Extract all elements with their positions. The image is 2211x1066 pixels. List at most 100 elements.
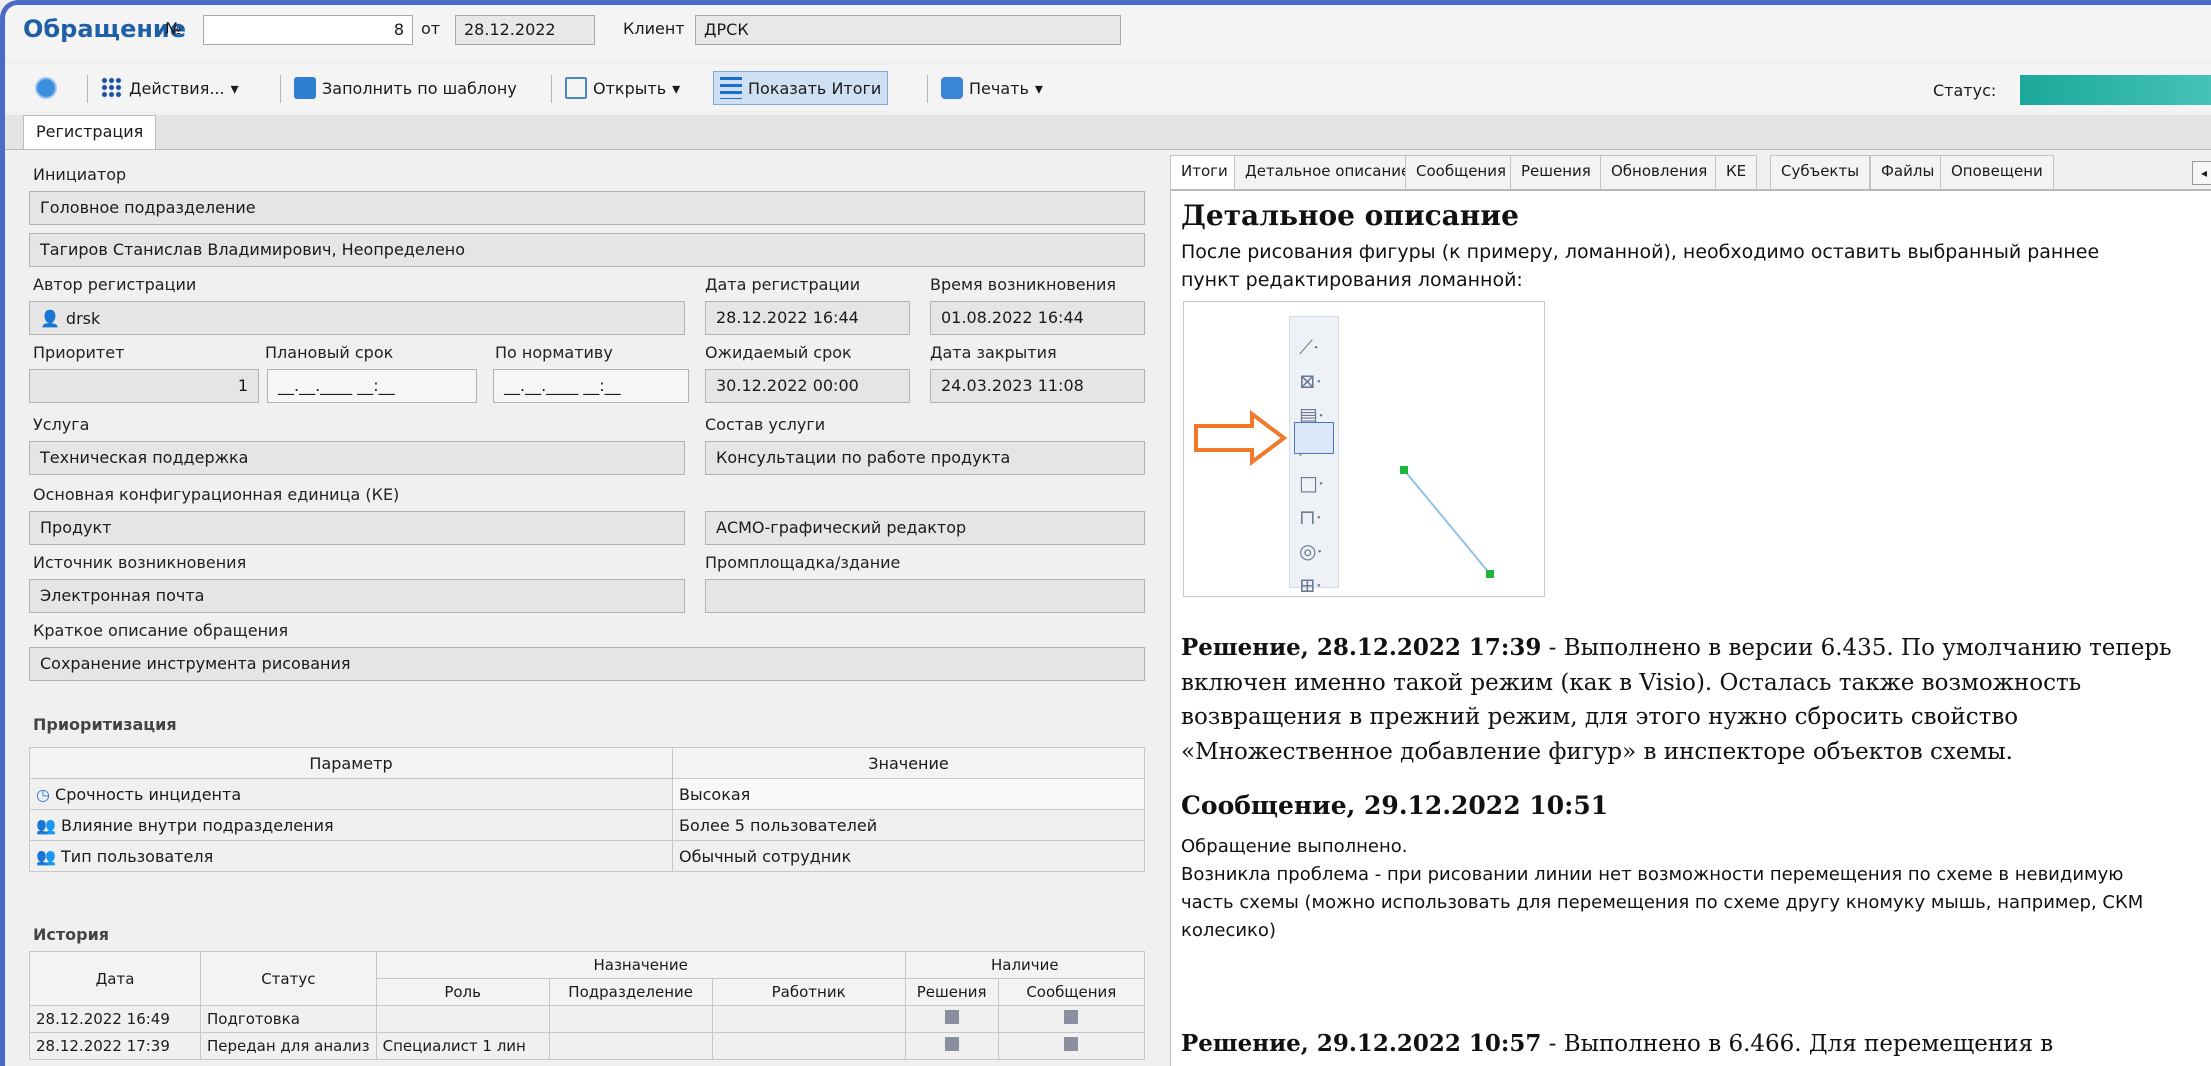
open-label: Открыть	[593, 78, 667, 98]
checkbox[interactable]	[944, 1010, 959, 1024]
checkbox[interactable]	[1064, 1037, 1079, 1051]
number-field[interactable]: 8	[203, 15, 413, 45]
print-label: Печать	[969, 78, 1029, 98]
ke-field-2[interactable]: АСМО-графический редактор	[705, 511, 1145, 545]
fill-template-button[interactable]: Заполнить по шаблону	[288, 71, 523, 105]
message-line-1: Обращение выполнено.	[1181, 836, 1408, 857]
solution-2-text: - Выполнено в 6.466. Для перемещения в	[1541, 1031, 2054, 1057]
toolbar: Действия... ▾ Заполнить по шаблону Открыт…	[5, 65, 2211, 111]
prioritization-title: Приоритизация	[33, 715, 177, 734]
reg-date-field[interactable]: 28.12.2022 16:44	[705, 301, 910, 335]
tab-files[interactable]: Файлы	[1870, 155, 1946, 189]
priority-label: Приоритет	[33, 343, 125, 362]
col-status[interactable]: Статус	[200, 951, 377, 1006]
solution-2-head: Решение, 29.12.2022 10:57	[1181, 1030, 1542, 1057]
chevron-down-icon: ▾	[672, 78, 681, 98]
client-field[interactable]: ДРСК	[695, 15, 1121, 45]
tab-ke[interactable]: КЕ	[1715, 155, 1758, 189]
col-dept[interactable]: Подразделение	[548, 978, 713, 1006]
initiator-label: Инициатор	[33, 165, 127, 184]
date-label: от	[421, 19, 441, 38]
line-node	[1400, 466, 1408, 474]
cell-role: Специалист 1 лин	[375, 1032, 550, 1060]
param-value[interactable]: Высокая	[672, 778, 1145, 810]
service-comp-label: Состав услуги	[705, 415, 826, 434]
table-row[interactable]: 👥 Тип пользователя Обычный сотрудник	[29, 840, 1145, 872]
printer-icon	[941, 77, 963, 99]
occur-time-label: Время возникновения	[930, 275, 1117, 294]
col-messages[interactable]: Сообщения	[997, 978, 1146, 1006]
message-head: Сообщение, 29.12.2022 10:51	[1181, 791, 1609, 820]
tab-updates[interactable]: Обновления	[1600, 155, 1719, 189]
planned-field[interactable]: __.__.____ __:__	[267, 369, 477, 403]
col-worker[interactable]: Работник	[711, 978, 906, 1006]
author-field[interactable]: 👤 drsk	[29, 301, 685, 335]
reg-date-label: Дата регистрации	[705, 275, 861, 294]
tab-registration[interactable]: Регистрация	[23, 115, 157, 149]
tab-totals[interactable]: Итоги	[1170, 155, 1239, 189]
short-desc-field[interactable]: Сохранение инструмента рисования	[29, 647, 1145, 681]
short-desc-label: Краткое описание обращения	[33, 621, 289, 640]
show-totals-button[interactable]: Показать Итоги	[713, 71, 889, 105]
date-field[interactable]: 28.12.2022	[455, 15, 595, 45]
solution-2: Решение, 29.12.2022 10:57 - Выполнено в …	[1181, 1027, 2191, 1062]
details-pane: Детальное описание После рисования фигур…	[1170, 190, 2211, 1066]
priority-field[interactable]: 1	[29, 369, 259, 403]
open-button[interactable]: Открыть ▾	[559, 71, 686, 105]
tab-scroll-left-button[interactable]: ◂	[2192, 161, 2211, 185]
table-row[interactable]: ◷ Срочность инцидента Высокая	[29, 778, 1145, 810]
info-button[interactable]	[29, 71, 63, 105]
details-text: После рисования фигуры (к примеру, ломан…	[1181, 241, 2100, 291]
actions-button[interactable]: Действия... ▾	[95, 71, 245, 105]
site-field[interactable]	[705, 579, 1145, 613]
initiator-person-field[interactable]: Тагиров Станислав Владимирович, Неопреде…	[29, 233, 1145, 267]
info-icon	[35, 77, 57, 99]
close-date-field[interactable]: 24.03.2023 11:08	[930, 369, 1145, 403]
col-date[interactable]: Дата	[29, 951, 201, 1006]
param-value[interactable]: Более 5 пользователей	[672, 809, 1145, 841]
occur-time-field[interactable]: 01.08.2022 16:44	[930, 301, 1145, 335]
expected-label: Ожидаемый срок	[705, 343, 852, 362]
initiator-dept-field[interactable]: Головное подразделение	[29, 191, 1145, 225]
tab-solutions[interactable]: Решения	[1510, 155, 1602, 189]
col-value: Значение	[672, 747, 1145, 779]
checkbox[interactable]	[944, 1037, 959, 1051]
cell-status: Передан для анализ	[200, 1032, 377, 1060]
table-row[interactable]: 28.12.2022 17:39 Передан для анализ Специа…	[29, 1032, 1146, 1060]
print-button[interactable]: Печать ▾	[935, 71, 1049, 105]
tab-details[interactable]: Детальное описание	[1234, 155, 1422, 189]
solution-1: Решение, 28.12.2022 17:39 - Выполнено в …	[1181, 631, 2191, 769]
col-role[interactable]: Роль	[375, 978, 550, 1006]
tab-messages[interactable]: Сообщения	[1405, 155, 1518, 189]
param-value[interactable]: Обычный сотрудник	[672, 840, 1145, 872]
service-field[interactable]: Техническая поддержка	[29, 441, 685, 475]
drawn-line	[1403, 469, 1491, 575]
open-icon	[565, 77, 587, 99]
col-param: Параметр	[29, 747, 673, 779]
illustration	[1194, 410, 1494, 578]
tab-subjects[interactable]: Субъекты	[1770, 155, 1871, 189]
tab-strip: Регистрация	[5, 115, 2211, 150]
source-field[interactable]: Электронная почта	[29, 579, 685, 613]
param-name: Влияние внутри подразделения	[61, 815, 334, 835]
close-date-label: Дата закрытия	[930, 343, 1057, 362]
tab-notifications[interactable]: Оповещени	[1940, 155, 2054, 189]
service-comp-field[interactable]: Консультации по работе продукта	[705, 441, 1145, 475]
checkbox[interactable]	[1064, 1010, 1079, 1024]
ke-field[interactable]: Продукт	[29, 511, 685, 545]
user-icon: 👤	[40, 308, 60, 328]
norm-label: По нормативу	[495, 343, 613, 362]
col-solutions[interactable]: Решения	[904, 978, 999, 1006]
table-row[interactable]: 👥 Влияние внутри подразделения Более 5 по…	[29, 809, 1145, 841]
norm-field[interactable]: __.__.____ __:__	[493, 369, 689, 403]
table-row[interactable]: 28.12.2022 16:49 Подготовка	[29, 1005, 1146, 1033]
history-title: История	[33, 925, 110, 944]
clock-icon: ◷	[36, 784, 56, 804]
service-label: Услуга	[33, 415, 90, 434]
param-name: Срочность инцидента	[55, 784, 242, 804]
list-icon	[720, 77, 742, 99]
chevron-down-icon: ▾	[230, 78, 239, 98]
status-label: Статус:	[1933, 81, 1997, 100]
expected-field[interactable]: 30.12.2022 00:00	[705, 369, 910, 403]
site-label: Промплощадка/здание	[705, 553, 901, 572]
